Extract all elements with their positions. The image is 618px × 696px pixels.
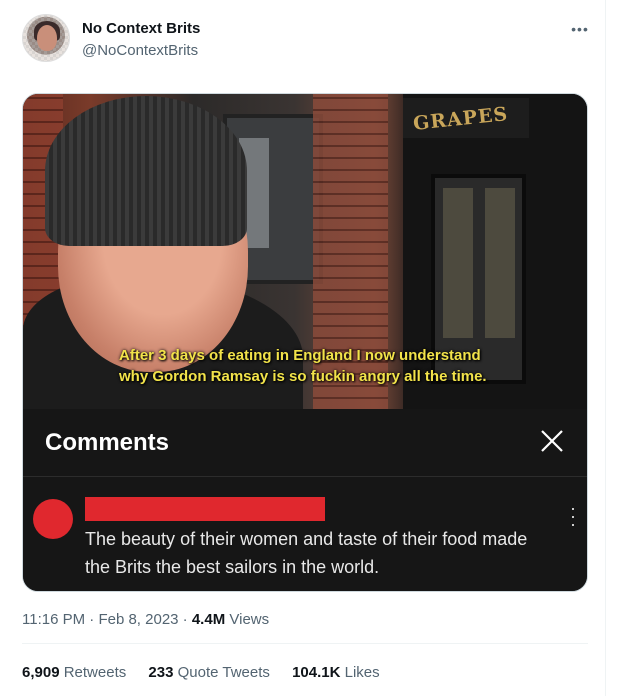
tweet-date[interactable]: Feb 8, 2023: [98, 611, 178, 628]
views-label: Views: [229, 611, 270, 628]
divider: [22, 643, 588, 644]
meta-separator: ·: [182, 611, 188, 628]
engagement-stats: 6,909 Retweets 233 Quote Tweets 104.1K L…: [22, 664, 398, 681]
beanie-hat: [45, 96, 247, 246]
quote-count: 233: [148, 664, 174, 681]
pub-sign-text: GRAPES: [412, 103, 510, 135]
author-handle[interactable]: @NoContextBrits: [82, 42, 198, 59]
comments-divider: [23, 476, 587, 477]
tweet-meta: 11:16 PM · Feb 8, 2023 · 4.4M Views: [22, 611, 269, 628]
video-caption: After 3 days of eating in England I now …: [119, 345, 487, 387]
quote-tweets-stat[interactable]: 233 Quote Tweets: [148, 664, 269, 681]
views-count: 4.4M: [191, 611, 226, 628]
redacted-username: [85, 497, 325, 521]
comment-text: The beauty of their women and taste of t…: [85, 529, 528, 577]
likes-count: 104.1K: [292, 664, 341, 681]
tweet-card: No Context Brits @NoContextBrits ••• GRA…: [0, 0, 606, 696]
quote-label: Quote Tweets: [177, 664, 270, 681]
retweets-stat[interactable]: 6,909 Retweets: [22, 664, 126, 681]
comments-title: Comments: [45, 429, 170, 456]
tweet-time[interactable]: 11:16 PM: [22, 611, 85, 628]
more-options-icon[interactable]: •••: [570, 20, 590, 38]
tweet-media-image[interactable]: GRAPES After 3 days of eating in England…: [22, 93, 588, 592]
likes-label: Likes: [344, 664, 380, 681]
commenter-avatar: [33, 499, 73, 539]
caption-line-1: After 3 days of eating in England I now …: [119, 347, 481, 364]
close-icon: [541, 430, 563, 452]
caption-line-2: why Gordon Ramsay is so fuckin angry all…: [119, 368, 487, 385]
retweets-count: 6,909: [22, 664, 60, 681]
author-display-name[interactable]: No Context Brits: [82, 20, 200, 37]
author-avatar[interactable]: [22, 14, 70, 62]
more-vertical-icon: · · ·: [570, 498, 576, 534]
meta-separator: ·: [89, 611, 95, 628]
likes-stat[interactable]: 104.1K Likes: [292, 664, 380, 681]
comments-panel: Comments The beauty of their women and t…: [23, 409, 587, 591]
selfie-photo: GRAPES After 3 days of eating in England…: [23, 94, 587, 409]
retweets-label: Retweets: [63, 664, 127, 681]
